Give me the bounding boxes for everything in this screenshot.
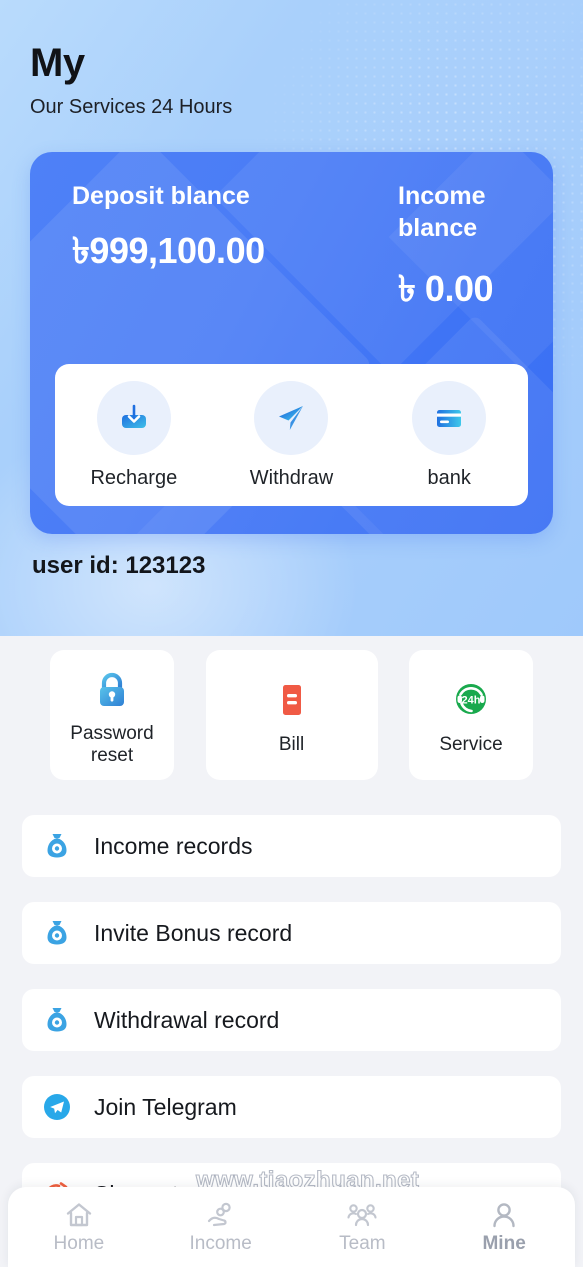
income-balance-block: Income blance ৳ 0.00 xyxy=(398,180,548,322)
page-title: My xyxy=(30,41,85,85)
user-id-text: user id: 123123 xyxy=(32,552,206,579)
person-icon xyxy=(488,1199,520,1231)
nav-item-mine[interactable]: Mine xyxy=(433,1199,575,1255)
list-item-label: Invite Bonus record xyxy=(94,919,293,946)
withdraw-icon-circle xyxy=(254,380,329,455)
quick-actions-row: Password reset Bill 24h Service xyxy=(0,650,583,780)
nav-label-income: Income xyxy=(189,1233,252,1254)
withdraw-button[interactable]: Withdraw xyxy=(216,380,366,490)
service-label: Service xyxy=(439,734,503,756)
list-item-join-telegram[interactable]: Join Telegram xyxy=(22,1076,561,1138)
team-icon xyxy=(346,1199,378,1231)
recharge-label: Recharge xyxy=(90,466,178,489)
nav-label-mine: Mine xyxy=(482,1233,526,1254)
nav-item-team[interactable]: Team xyxy=(292,1199,434,1255)
menu-list: Income records Invite Bonus record Withd… xyxy=(22,815,561,1250)
list-item-invite-bonus-record[interactable]: Invite Bonus record xyxy=(22,902,561,964)
bill-icon xyxy=(270,675,314,727)
password-reset-card[interactable]: Password reset xyxy=(50,650,174,780)
paper-plane-icon xyxy=(273,400,309,436)
svg-text:24h: 24h xyxy=(462,695,481,707)
recharge-button[interactable]: Recharge xyxy=(59,380,209,490)
deposit-balance-block: Deposit blance ৳999,100.00 xyxy=(72,180,372,284)
lock-icon xyxy=(90,664,134,716)
password-reset-label: Password reset xyxy=(70,723,154,767)
recharge-icon-circle xyxy=(96,380,171,455)
service-card[interactable]: 24h Service xyxy=(409,650,533,780)
service-24h-icon: 24h xyxy=(449,675,493,727)
card-action-strip: Recharge Withdraw bank xyxy=(55,364,528,506)
bank-icon-circle xyxy=(412,380,487,455)
money-bag-icon xyxy=(40,829,74,863)
list-item-label: Join Telegram xyxy=(94,1093,237,1120)
deposit-balance-label: Deposit blance xyxy=(72,182,250,210)
bank-button[interactable]: bank xyxy=(374,380,524,490)
bank-card-icon xyxy=(431,400,467,436)
list-item-withdrawal-record[interactable]: Withdrawal record xyxy=(22,989,561,1051)
bill-label: Bill xyxy=(278,734,305,756)
bottom-navigation: Home Income Team Mine xyxy=(8,1187,575,1267)
hand-coin-icon xyxy=(205,1199,237,1231)
nav-item-income[interactable]: Income xyxy=(150,1199,292,1255)
bank-label: bank xyxy=(427,466,471,489)
header-section: My Our Services 24 Hours Deposit blance … xyxy=(0,0,583,636)
bill-card[interactable]: Bill xyxy=(205,650,378,780)
home-icon xyxy=(63,1199,95,1231)
nav-item-home[interactable]: Home xyxy=(8,1199,150,1255)
withdraw-label: Withdraw xyxy=(249,466,334,489)
download-arrow-icon xyxy=(116,400,152,436)
balance-card: Deposit blance ৳999,100.00 Income blance… xyxy=(30,152,553,534)
income-balance-label: Income blance xyxy=(398,182,486,242)
list-item-income-records[interactable]: Income records xyxy=(22,815,561,877)
list-item-label: Income records xyxy=(94,832,253,859)
nav-label-team: Team xyxy=(339,1233,386,1254)
nav-label-home: Home xyxy=(53,1233,105,1254)
mobile-app-screen: My Our Services 24 Hours Deposit blance … xyxy=(0,0,583,1267)
list-item-label: Withdrawal record xyxy=(94,1006,280,1033)
income-balance-value: ৳ 0.00 xyxy=(398,268,494,309)
deposit-balance-value: ৳999,100.00 xyxy=(72,230,265,271)
money-bag-icon xyxy=(40,916,74,950)
page-subtitle: Our Services 24 Hours xyxy=(30,96,233,118)
telegram-icon xyxy=(40,1090,74,1124)
money-bag-icon xyxy=(40,1003,74,1037)
